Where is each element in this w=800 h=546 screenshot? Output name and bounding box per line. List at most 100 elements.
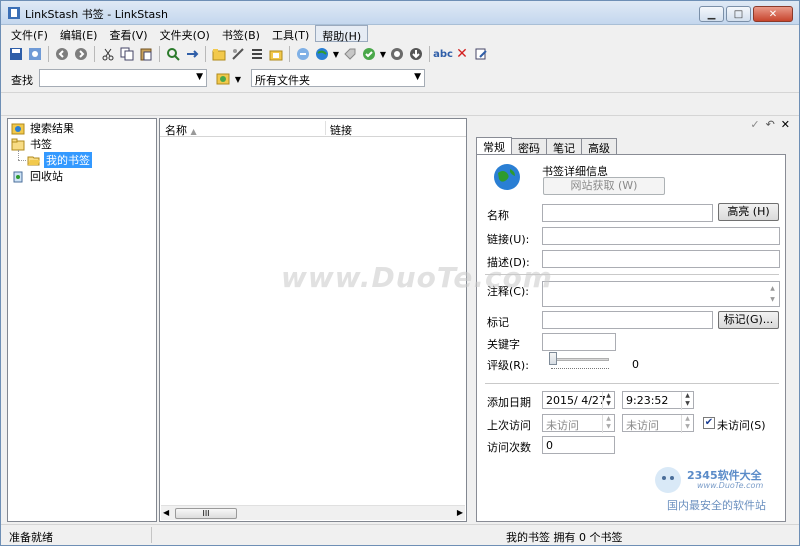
menu-help[interactable]: 帮助(H) [315,25,369,43]
tab-general[interactable]: 常规 [476,137,512,155]
column-name[interactable]: 名称 ▲ [165,122,197,138]
delete-icon[interactable]: ✕ [453,45,471,63]
menu-file[interactable]: 文件(F) [5,25,54,42]
rating-slider-track[interactable] [551,358,609,361]
close-pane-icon[interactable]: ✕ [781,118,790,131]
tag-button[interactable]: 标记(G)... [718,311,779,329]
highlight-button[interactable]: 高亮 (H) [718,203,779,221]
menu-view[interactable]: 查看(V) [103,25,153,42]
added-date-field[interactable]: 2015/ 4/27 ▲ ▼ [542,391,615,410]
tag-icon[interactable] [341,45,359,63]
bookmark-tools-icon[interactable] [229,45,247,63]
folder-icon [11,138,25,151]
save-icon[interactable] [7,45,25,63]
spell-check-icon[interactable]: abc [433,45,453,63]
detail-pane-tools: ✓ ↶ ✕ [750,118,790,131]
horizontal-scrollbar[interactable]: ◀ III ▶ [161,505,465,520]
status-text: 准备就绪 [9,531,53,544]
column-divider[interactable] [325,121,326,135]
visit-count-label: 访问次数 [487,441,531,454]
tab-notes[interactable]: 笔记 [546,138,582,155]
search-go-icon[interactable] [214,69,232,87]
fetch-from-website-button[interactable]: 网站获取 (W) [543,177,665,195]
detail-tabs: 常规 密码 笔记 高级 [476,137,617,155]
toolbar-separator [48,46,49,62]
tab-advanced[interactable]: 高级 [581,138,617,155]
tree-item-my-bookmarks[interactable]: 我的书签 [27,152,92,168]
date-spinner[interactable]: ▲ ▼ [602,392,614,410]
last-visit-date-field[interactable]: 未访问 ▲ ▼ [542,414,615,433]
chevron-down-icon[interactable]: ▼ [234,70,242,88]
sort-ascending-icon: ▲ [190,127,197,136]
tree-item-search-results[interactable]: 搜索结果 [11,120,76,136]
link-label: 链接(U): [487,233,530,246]
search-bar: 查找 ▼ ▼ 所有文件夹 ▼ [1,65,799,91]
link-field[interactable] [542,227,780,245]
menu-bar: 文件(F) 编辑(E) 查看(V) 文件夹(O) 书签(B) 工具(T) 帮助(… [5,25,369,43]
visit-count-field[interactable]: 0 [542,436,615,454]
scroll-right-icon[interactable]: ▶ [457,508,463,517]
title-bar[interactable]: LinkStash 书签 - LinkStash ▁ □ ✕ [1,1,799,25]
pin-icon[interactable] [183,45,201,63]
not-visited-checkbox[interactable]: ✔ [703,417,715,429]
chevron-down-icon[interactable]: ▼ [379,45,387,63]
menu-folder[interactable]: 文件夹(O) [154,25,216,42]
corner-logo-slogan: 国内最安全的软件站 [667,499,766,512]
list-icon[interactable] [248,45,266,63]
back-icon[interactable] [53,45,71,63]
folder-view-icon[interactable] [267,45,285,63]
notes-field[interactable]: ▲ ▼ [542,281,780,307]
menu-edit[interactable]: 编辑(E) [54,25,104,42]
download-icon[interactable] [407,45,425,63]
column-link[interactable]: 链接 [330,122,352,138]
rating-slider-thumb[interactable] [549,352,557,365]
tag-field[interactable] [542,311,713,329]
paste-icon[interactable] [137,45,155,63]
sync-icon[interactable] [388,45,406,63]
date-spinner[interactable]: ▲ ▼ [602,415,614,433]
status-bar: 准备就绪 我的书签 拥有 0 个书签 [1,524,799,545]
minimize-button[interactable]: ▁ [699,6,724,22]
close-button[interactable]: ✕ [753,6,793,22]
bookmark-detail-pane: ✓ ↶ ✕ 常规 密码 笔记 高级 书签详细信息 网站获取 (W) 名称 高亮 … [468,118,796,522]
main-toolbar: ▼ ▼ abc ✕ [7,43,490,65]
time-spinner[interactable]: ▲ ▼ [681,392,693,410]
find-link-icon[interactable] [164,45,182,63]
scroll-thumb[interactable]: III [175,508,237,519]
new-folder-icon[interactable] [210,45,228,63]
chevron-down-icon[interactable]: ▼ [414,72,421,82]
search-input[interactable]: ▼ [39,69,207,87]
check-links-icon[interactable] [360,45,378,63]
edit-icon[interactable] [472,45,490,63]
notes-scrollbar[interactable]: ▲ ▼ [767,283,778,305]
maximize-button[interactable]: □ [726,6,751,22]
description-field[interactable] [542,250,780,268]
window-title: LinkStash 书签 - LinkStash [25,8,168,21]
folder-scope-select[interactable]: 所有文件夹 ▼ [251,69,425,87]
rating-value: 0 [632,358,639,371]
chevron-down-icon[interactable]: ▼ [196,72,203,82]
tree-connector [18,150,19,160]
tab-password[interactable]: 密码 [511,138,547,155]
menu-tools[interactable]: 工具(T) [266,25,315,42]
name-field[interactable] [542,204,713,222]
added-time-field[interactable]: 9:23:52 ▲ ▼ [622,391,694,410]
tree-item-recycle-bin[interactable]: 回收站 [11,168,65,184]
rating-label: 评级(R): [487,359,529,372]
forward-icon[interactable] [72,45,90,63]
folder-tree: 搜索结果 书签 我的书签 回收站 [7,118,157,522]
cut-icon[interactable] [99,45,117,63]
bookmark-file-icon[interactable] [26,45,44,63]
globe-dropdown-icon[interactable] [313,45,331,63]
time-spinner[interactable]: ▲ ▼ [681,415,693,433]
keyword-field[interactable] [542,333,616,351]
copy-icon[interactable] [118,45,136,63]
scroll-left-icon[interactable]: ◀ [163,508,169,517]
last-visit-label: 上次访问 [487,419,531,432]
last-visit-time-field[interactable]: 未访问 ▲ ▼ [622,414,694,433]
import-icon[interactable] [294,45,312,63]
confirm-check-icon[interactable]: ✓ [750,118,759,131]
chevron-down-icon[interactable]: ▼ [332,45,340,63]
menu-bookmark[interactable]: 书签(B) [216,25,266,42]
undo-icon[interactable]: ↶ [766,118,775,131]
